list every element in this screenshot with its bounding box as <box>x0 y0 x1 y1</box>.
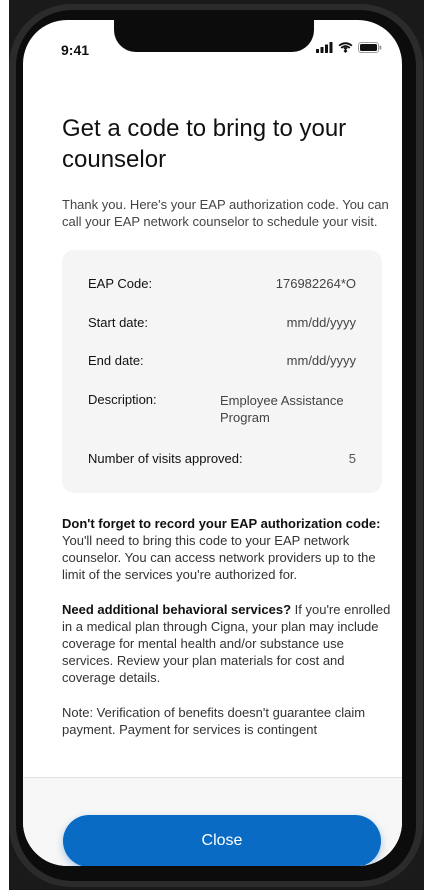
cellular-signal-icon <box>316 42 333 53</box>
wifi-icon <box>338 42 353 53</box>
start-date-value: mm/dd/yyyy <box>286 315 356 330</box>
end-date-label: End date: <box>88 353 144 368</box>
reminder-heading: Don't forget to record your EAP authoriz… <box>62 516 381 531</box>
start-date-row: Start date: mm/dd/yyyy <box>88 315 356 330</box>
app-screen: 9:41 Get a code to bring to your counsel… <box>23 20 402 866</box>
end-date-row: End date: mm/dd/yyyy <box>88 353 356 368</box>
description-value: Employee Assistance Program <box>220 393 344 425</box>
intro-text: Thank you. Here's your EAP authorization… <box>62 197 389 229</box>
visits-value: 5 <box>348 451 356 466</box>
battery-icon <box>358 42 382 53</box>
eap-code-value: 176982264*O <box>275 276 356 291</box>
additional-services-paragraph: Need additional behavioral services? If … <box>62 601 393 686</box>
note-paragraph: Note: Verification of benefits doesn't g… <box>62 705 366 737</box>
description-row: Description: Employee Assistance Program <box>88 392 356 426</box>
visits-row: Number of visits approved: 5 <box>88 451 356 466</box>
page-title: Get a code to bring to your counselor <box>62 115 347 173</box>
status-icons <box>316 42 382 53</box>
visits-label: Number of visits approved: <box>88 451 243 466</box>
authorization-details-card: EAP Code: 176982264*O Start date: mm/dd/… <box>62 250 382 493</box>
reminder-paragraph: Don't forget to record your EAP authoriz… <box>62 515 393 583</box>
main-content: Get a code to bring to your counselor Th… <box>62 113 393 738</box>
description-label: Description: <box>88 392 157 407</box>
end-date-value: mm/dd/yyyy <box>286 353 356 368</box>
additional-services-heading: Need additional behavioral services? <box>62 602 292 617</box>
eap-code-row: EAP Code: 176982264*O <box>88 276 356 291</box>
close-button[interactable]: Close <box>63 815 381 866</box>
bottom-action-bar: Close <box>23 777 402 866</box>
eap-code-label: EAP Code: <box>88 276 153 291</box>
phone-notch <box>114 20 314 52</box>
window-edge <box>0 0 9 890</box>
bottom-divider <box>23 777 402 778</box>
start-date-label: Start date: <box>88 315 148 330</box>
status-time: 9:41 <box>61 42 90 58</box>
reminder-text: You'll need to bring this code to your E… <box>62 533 376 582</box>
